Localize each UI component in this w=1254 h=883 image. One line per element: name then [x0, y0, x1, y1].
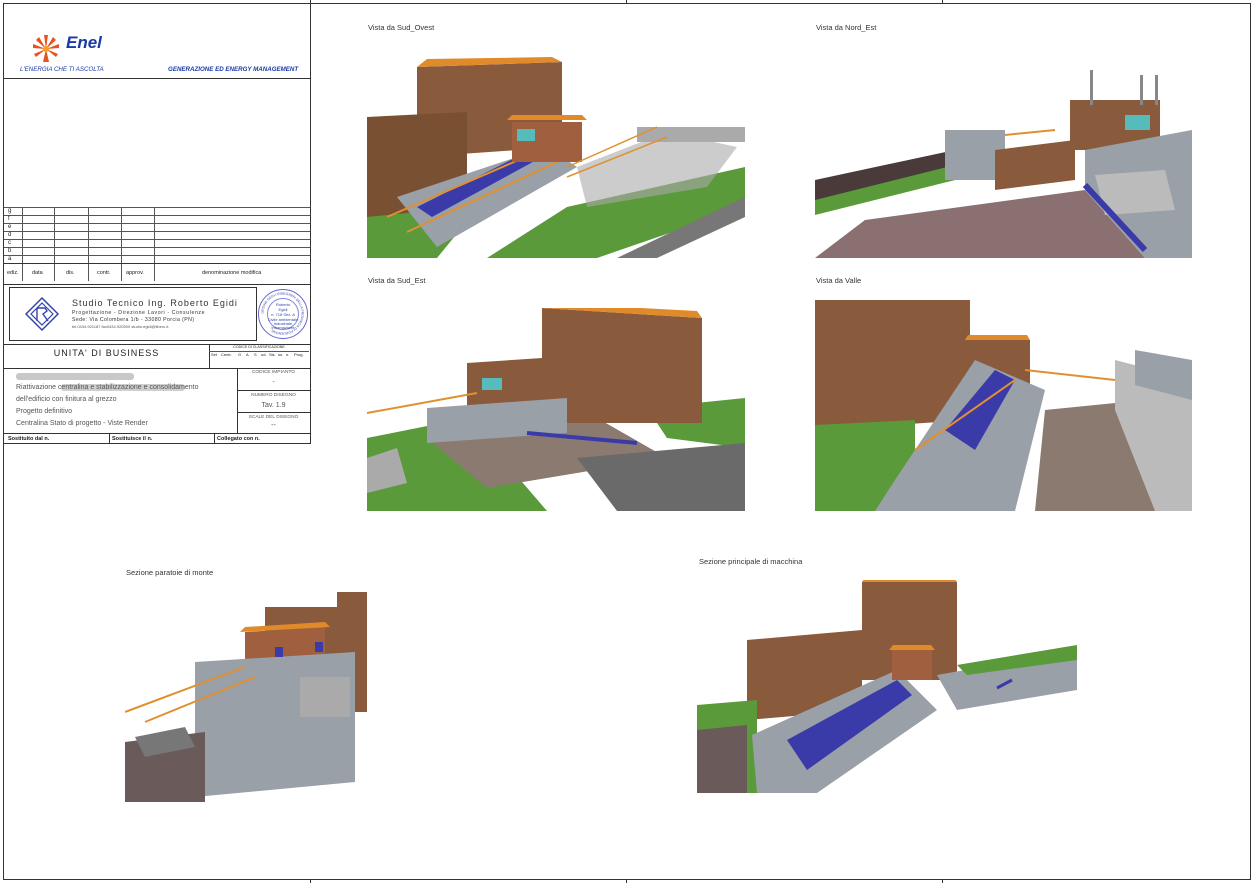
revision-row-label: e: [8, 224, 12, 230]
render-sud-est: [367, 308, 745, 511]
scale-label: SCALE DEL DISEGNO: [248, 415, 299, 420]
studio-address: Sede: Via Colombera 1/b - 33080 Porcia (…: [72, 317, 195, 323]
classification-col: Centr.: [221, 352, 232, 357]
stamp-sector: informazione: [271, 325, 295, 330]
classification-col: Set: [211, 352, 218, 357]
plant-code-label: CODICE IMPIANTO: [251, 370, 296, 375]
render-sezione-paratoie: [125, 592, 375, 802]
studio-name: Studio Tecnico Ing. Roberto Egidi: [72, 298, 238, 308]
studio-services: Progettazione - Direzione Lavori - Consu…: [72, 310, 206, 316]
studio-box: Studio Tecnico Ing. Roberto Egidi Proget…: [9, 287, 257, 341]
caption-valle: Vista da Valle: [816, 276, 862, 285]
studio-logo-icon: [24, 296, 60, 332]
divider: [4, 368, 310, 369]
border-tick: [942, 879, 943, 883]
title-block: Enel L'ENERGIA CHE TI ASCOLTA GENERAZION…: [3, 3, 311, 444]
revision-row-label: a: [8, 256, 12, 262]
revision-header-cell: denominazione modifica: [202, 270, 262, 276]
caption-nord-est: Vista da Nord_Est: [816, 23, 877, 32]
revision-header-cell: approv.: [126, 270, 144, 276]
classification-col: G: [238, 352, 242, 357]
render-sud-ovest: [367, 57, 745, 258]
drawing-number-value: Tav. 1.9: [261, 402, 286, 409]
divider: [4, 78, 310, 79]
drawing-description: Riattivazione centralina e stabilizzazio…: [16, 384, 199, 391]
caption-sud-est: Vista da Sud_Est: [368, 276, 426, 285]
border-tick: [626, 879, 627, 883]
scale-value: --: [271, 422, 276, 429]
business-unit-label: UNITA' DI BUSINESS: [53, 348, 160, 358]
drawing-description: dell'edificio con finitura al grezzo: [16, 396, 117, 403]
revision-row-label: d: [8, 232, 12, 238]
divider: [4, 284, 310, 285]
company-name: Enel: [66, 33, 102, 52]
divider: [4, 433, 310, 434]
revision-header-cell: contr.: [97, 270, 111, 276]
plant-code-value: -: [272, 379, 275, 386]
classification-col: S: [254, 352, 257, 357]
drawing-description: Centralina Stato di progetto - Viste Ren…: [16, 420, 148, 427]
border-tick: [626, 0, 627, 4]
linked-with-label: Collegato con n.: [217, 436, 260, 442]
replaces-label: Sostituisce il n.: [112, 436, 153, 442]
render-valle: [815, 300, 1192, 511]
revision-header-cell: data: [32, 270, 43, 276]
revision-header-cell: dis.: [66, 270, 75, 276]
replaced-by-label: Sostituito dal n.: [8, 436, 50, 442]
revision-row-label: g: [8, 208, 12, 214]
revision-header: ediz. data dis. contr. approv. denominaz…: [4, 263, 310, 282]
studio-contacts: tel.0434.921187 fax0434.920500 studio.eg…: [72, 324, 169, 329]
render-nord-est: [815, 70, 1192, 258]
drawing-description: Progetto definitivo: [16, 408, 73, 415]
classification-col: so.: [278, 352, 284, 357]
engineer-stamp: ORDINE DEGLI INGEGNERI DELLA PROVINCIA D…: [258, 289, 308, 339]
border-tick: [310, 879, 311, 883]
caption-sud-ovest: Vista da Sud_Ovest: [368, 23, 435, 32]
department-name: GENERAZIONE ED ENERGY MANAGEMENT: [168, 66, 299, 73]
classification-col: ud.: [261, 352, 267, 357]
revision-row-label: c: [8, 240, 11, 246]
company-tagline: L'ENERGIA CHE TI ASCOLTA: [20, 66, 104, 73]
caption-macchina: Sezione principale di macchina: [699, 557, 803, 566]
border-tick: [942, 0, 943, 4]
revision-header-cell: ediz.: [7, 270, 19, 276]
classification-col: Sis.: [269, 352, 276, 357]
classification-col: Prog.: [294, 352, 304, 357]
classification-col: n.: [286, 352, 290, 357]
classification-columns: Set Centr. G A S ud. Sis. so. n. Prog.: [209, 351, 309, 359]
redacted-text: [16, 373, 134, 380]
revision-row-label: f: [8, 216, 10, 222]
caption-paratoie: Sezione paratoie di monte: [126, 568, 214, 577]
drawing-number-label: NUMERO DISEGNO: [251, 393, 296, 398]
classification-col: A: [246, 352, 249, 357]
revision-row-label: b: [8, 248, 12, 254]
render-sezione-macchina: [697, 580, 1077, 793]
